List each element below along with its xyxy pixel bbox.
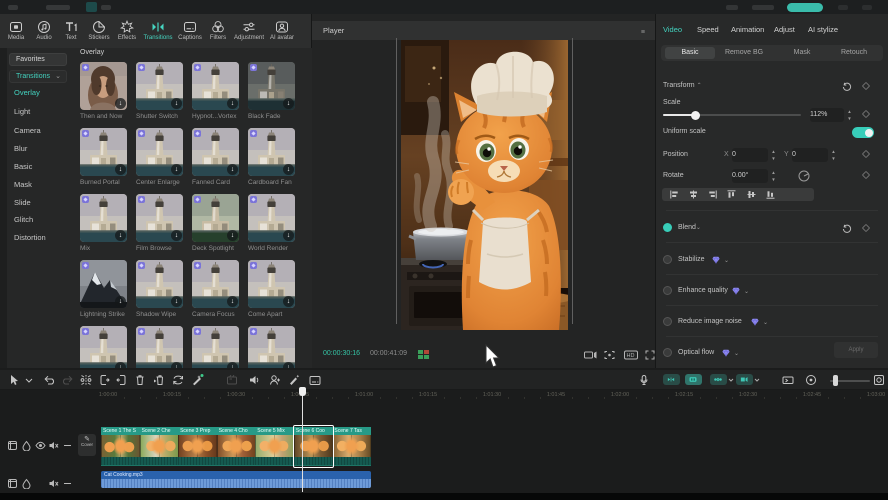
svg-text:HD: HD <box>627 353 635 359</box>
